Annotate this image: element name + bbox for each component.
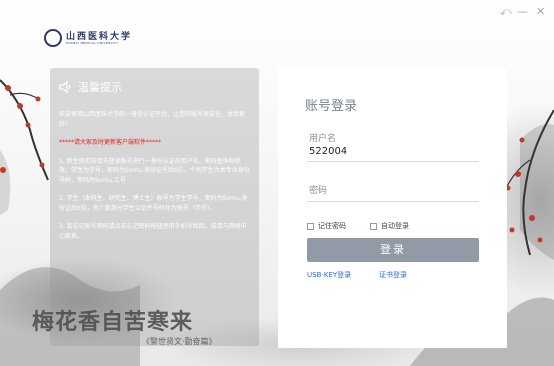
checkbox-icon <box>370 222 377 230</box>
speaker-icon <box>59 80 71 94</box>
username-label: 用户名 <box>309 134 337 144</box>
checkbox-icon <box>307 222 314 230</box>
login-window: ⤺ — ✕ 山西医科大学 SHANXI MEDICAL UNIVERSITY 温… <box>0 0 554 366</box>
remember-password-checkbox[interactable]: 记住密码 <box>307 221 346 231</box>
notice-body: 欢迎使用山西医科大学统一身份认证平台，让您的账号更安全，体验更好！ *****请… <box>59 110 251 250</box>
login-title: 账号登录 <box>305 99 358 114</box>
usb-key-login-link[interactable]: USB-KEY登录 <box>307 270 351 280</box>
notice-paragraph: 2. 学生（本科生、研究生、博士生）账号为学生学号，密码为Sxmu.身份证后6位… <box>59 195 248 212</box>
login-button[interactable]: 登录 <box>307 238 479 262</box>
plum-blossom-branch-right <box>504 109 554 256</box>
minimize-icon[interactable]: — <box>517 6 528 17</box>
notice-paragraph: 3. 若忘记账号密码请点击忘记密码按钮使用手机号找回，或请与网络中心联系。 <box>59 223 247 240</box>
notice-paragraph: 1. 新生使用前请先登录账号进行一身份认证的用户名、密码查询和修改，学生为学号，… <box>59 157 250 184</box>
remember-password-label: 记住密码 <box>318 222 346 230</box>
university-emblem-icon <box>44 29 62 47</box>
poem-source: 《警世贤文·勤奋篇》 <box>142 337 217 346</box>
university-logo: 山西医科大学 SHANXI MEDICAL UNIVERSITY <box>44 28 144 50</box>
notice-update-warning: *****请大家及时更新客户端软件***** <box>59 139 162 146</box>
login-panel: 账号登录 用户名 522004 密码 记住密码 自动登录 登录 USB-KEY登… <box>278 68 507 348</box>
auto-login-label: 自动登录 <box>381 222 409 230</box>
poem-calligraphy: 梅花香自苦寒来 <box>32 309 194 335</box>
certificate-login-link[interactable]: 证书登录 <box>379 270 407 280</box>
logo-english-name: SHANXI MEDICAL UNIVERSITY <box>66 41 119 45</box>
notice-title: 温馨提示 <box>78 81 122 94</box>
close-icon[interactable]: ✕ <box>536 6 545 17</box>
password-underline <box>307 201 479 202</box>
title-bar: ⤺ — ✕ <box>0 0 554 22</box>
plum-blossom-branch-left <box>0 79 49 181</box>
back-icon[interactable]: ⤺ <box>500 6 512 17</box>
password-input[interactable]: 密码 <box>309 183 327 196</box>
notice-paragraph: 欢迎使用山西医科大学统一身份认证平台，让您的账号更安全，体验更好！ <box>59 111 246 128</box>
username-underline <box>307 161 479 162</box>
auto-login-checkbox[interactable]: 自动登录 <box>370 221 409 231</box>
username-input[interactable]: 522004 <box>309 146 479 160</box>
